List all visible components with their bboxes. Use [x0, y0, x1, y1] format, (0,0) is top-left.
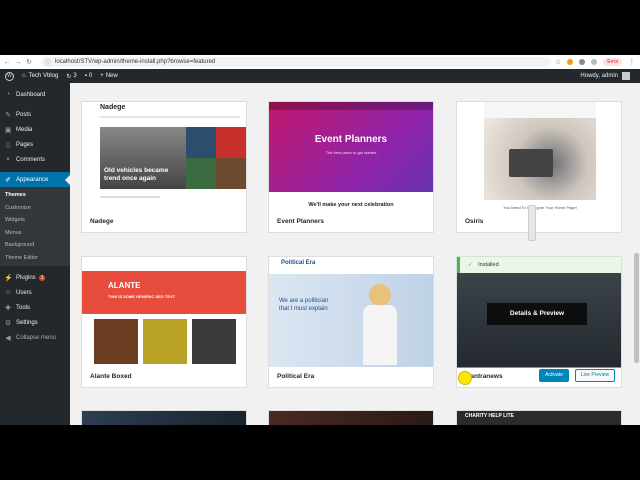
comments-link[interactable]: ▪ 0 — [85, 73, 92, 79]
brush-icon: ✐ — [5, 176, 11, 184]
sidebar-item-collapse[interactable]: ◀ Collapse menu — [0, 330, 70, 345]
menu-icon[interactable]: ⋮ — [628, 58, 635, 66]
check-icon: ✓ — [468, 262, 473, 268]
plug-icon: ⚡ — [4, 274, 13, 282]
plugins-update-badge: 1 — [38, 274, 46, 281]
admin-sidebar: ◔ Dashboard ✎ Posts ▣ Media ▯ Pages ▪ Co… — [0, 83, 70, 425]
theme-card-political-era[interactable]: Political Era We are a politician that I… — [268, 256, 434, 388]
sidebar-item-dashboard[interactable]: ◔ Dashboard — [0, 87, 70, 102]
feedback-tab[interactable] — [528, 205, 536, 241]
sidebar-item-appearance[interactable]: ✐ Appearance — [0, 172, 70, 187]
theme-name: Event Planners — [277, 218, 324, 225]
sidebar-item-users[interactable]: ☺ Users — [0, 285, 70, 300]
theme-card-alante-boxed[interactable]: ALANTE THIS IS SOME GENERIC SEO TEXT Ala… — [81, 256, 247, 388]
activate-button[interactable]: Activate — [539, 369, 569, 382]
appearance-submenu: Themes Customize Widgets Menus Backgroun… — [0, 187, 70, 266]
comment-icon: ▪ — [6, 156, 10, 163]
theme-name: Alante Boxed — [90, 373, 132, 380]
avatar — [622, 72, 630, 80]
updates-icon: ↻ — [66, 73, 72, 80]
theme-card-osiris[interactable]: You Need To Configure Your Home Page! Os… — [456, 101, 622, 233]
submenu-themes[interactable]: Themes — [0, 189, 70, 202]
theme-screenshot: ALANTE THIS IS SOME GENERIC SEO TEXT — [82, 257, 246, 367]
theme-card-partial[interactable] — [268, 410, 434, 425]
address-bar[interactable]: ⓘ localhost/STV/wp-admin/theme-install.p… — [41, 57, 551, 67]
site-name-link[interactable]: ⌂ Tech Vblog — [22, 73, 58, 79]
info-icon: ⓘ — [45, 60, 52, 67]
user-icon: ☺ — [4, 289, 12, 296]
theme-card-nadege[interactable]: Nadege Old vehicles became trend once ag… — [81, 101, 247, 233]
sidebar-item-plugins[interactable]: ⚡ Plugins 1 — [0, 270, 70, 285]
theme-screenshot: Nadege Old vehicles became trend once ag… — [82, 102, 246, 212]
wordpress-logo-icon[interactable]: W — [5, 71, 14, 81]
submenu-menus[interactable]: Menus — [0, 227, 70, 240]
forward-icon[interactable]: → — [14, 59, 22, 66]
error-badge[interactable]: Error — [603, 58, 623, 66]
theme-card-charity-help[interactable]: CHARITY HELP LITE — [456, 410, 622, 425]
extension-icon[interactable] — [579, 59, 586, 65]
theme-screenshot: You Need To Configure Your Home Page! — [457, 102, 621, 212]
sidebar-item-tools[interactable]: ✚ Tools — [0, 300, 70, 315]
plus-icon: + — [100, 73, 104, 79]
theme-name: Osiris — [465, 218, 484, 225]
theme-hover-overlay: Details & Preview — [457, 273, 621, 368]
media-icon: ▣ — [4, 126, 12, 134]
page-icon: ▯ — [6, 141, 10, 149]
sidebar-item-settings[interactable]: ⚙ Settings — [0, 315, 70, 330]
collapse-icon: ◀ — [5, 334, 11, 342]
updates-link[interactable]: ↻ 3 — [66, 73, 76, 80]
admin-bar: W ⌂ Tech Vblog ↻ 3 ▪ 0 + New Howdy, admi… — [0, 69, 640, 83]
star-icon[interactable]: ☆ — [555, 58, 561, 66]
submenu-background[interactable]: Background — [0, 239, 70, 252]
themes-grid: Nadege Old vehicles became trend once ag… — [70, 83, 640, 425]
reload-icon[interactable]: ↻ — [25, 58, 33, 66]
sidebar-item-media[interactable]: ▣ Media — [0, 122, 70, 137]
submenu-customize[interactable]: Customize — [0, 202, 70, 215]
back-icon[interactable]: ← — [3, 59, 11, 66]
browser-window: ← → ↻ ⓘ localhost/STV/wp-admin/theme-ins… — [0, 55, 640, 425]
installed-notice: ✓ Installed — [457, 257, 621, 273]
theme-screenshot: Event Planners The best place to get sta… — [269, 102, 433, 212]
sidebar-item-posts[interactable]: ✎ Posts — [0, 107, 70, 122]
theme-screenshot: Political Era We are a politician that I… — [269, 257, 433, 367]
account-menu[interactable]: Howdy, admin — [580, 72, 630, 80]
theme-card-partial[interactable] — [81, 410, 247, 425]
mouse-cursor-highlight — [458, 371, 472, 385]
live-preview-button[interactable]: Live Preview — [575, 369, 615, 382]
submenu-widgets[interactable]: Widgets — [0, 214, 70, 227]
theme-card-mantranews[interactable]: ✓ Installed Details & Preview Mantranews… — [456, 256, 622, 388]
browser-toolbar: ← → ↻ ⓘ localhost/STV/wp-admin/theme-ins… — [0, 55, 640, 70]
wrench-icon: ✚ — [5, 304, 11, 312]
scrollbar-thumb[interactable] — [634, 253, 639, 363]
pin-icon: ✎ — [5, 111, 11, 119]
page-scrollbar[interactable] — [633, 83, 640, 425]
extension-icon[interactable] — [567, 59, 574, 65]
url-text: localhost/STV/wp-admin/theme-install.php… — [55, 59, 216, 65]
theme-name: Nadege — [90, 218, 114, 225]
comment-icon: ▪ — [84, 73, 87, 79]
sidebar-item-pages[interactable]: ▯ Pages — [0, 137, 70, 152]
theme-card-event-planners[interactable]: Event Planners The best place to get sta… — [268, 101, 434, 233]
new-content-link[interactable]: + New — [100, 73, 118, 79]
details-preview-button[interactable]: Details & Preview — [487, 303, 587, 325]
settings-icon: ⚙ — [4, 319, 12, 327]
dashboard-icon: ◔ — [5, 91, 11, 98]
submenu-theme-editor[interactable]: Theme Editor — [0, 252, 70, 265]
sidebar-item-comments[interactable]: ▪ Comments — [0, 152, 70, 167]
extension-icon[interactable] — [591, 59, 598, 65]
home-icon: ⌂ — [22, 73, 26, 79]
theme-name: Political Era — [277, 373, 315, 380]
